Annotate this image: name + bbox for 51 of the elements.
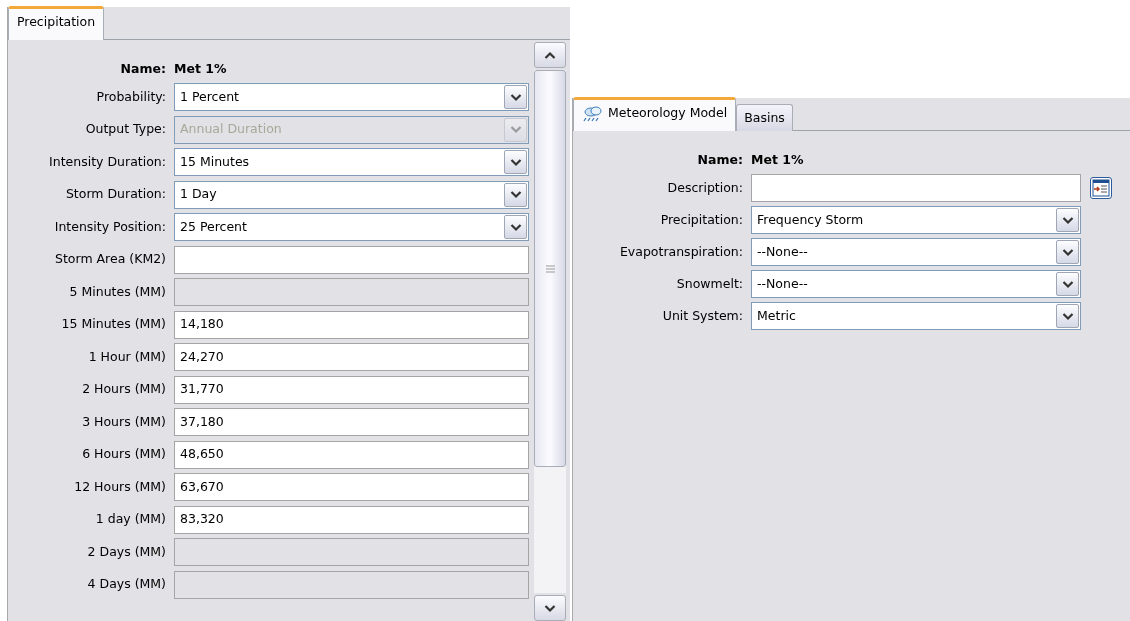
field-label: Description: [666,178,743,197]
field-label: Precipitation: [659,210,743,229]
tab[interactable]: Meteorology Model [573,97,737,131]
input-field[interactable]: 48,650 [174,440,529,469]
field-label: 2 Hours (MM) [81,380,166,399]
scroll-up-button[interactable] [534,42,566,68]
input-field[interactable]: 31,770 [174,375,529,404]
dropdown[interactable]: 25 Percent [174,213,529,242]
field-label: Output Type: [84,120,166,139]
dropdown[interactable]: 15 Minutes [174,148,529,177]
field-label: Storm Duration: [64,185,166,204]
input-field[interactable]: 24,270 [174,343,529,372]
tab[interactable]: Basins [736,104,793,131]
dropdown[interactable]: 1 Percent [174,83,529,112]
tab[interactable]: Precipitation [8,6,105,40]
input-field[interactable] [174,245,529,274]
input-field[interactable] [751,174,1081,202]
input-field[interactable]: 83,320 [174,505,529,534]
editor-button[interactable] [1090,177,1112,199]
scroll-down-button[interactable] [534,595,566,621]
name-value: Met 1% [751,151,804,170]
field-label: 2 Days (MM) [86,542,166,561]
name-value: Met 1% [174,60,227,79]
dropdown[interactable]: 1 Day [174,180,529,209]
field-label: 12 Hours (MM) [73,477,166,496]
field-label: Storm Area (KM2) [54,250,166,269]
field-label: 1 day (MM) [94,510,166,529]
field-label: Unit System: [661,306,743,325]
field-label: 4 Days (MM) [86,575,166,594]
chevron-down-icon [544,603,556,613]
field-label: Evapotranspiration: [618,242,743,261]
field-label: 3 Hours (MM) [81,412,166,431]
dropdown[interactable]: Frequency Storm [751,206,1081,234]
name-label: Name: [696,151,743,170]
field-label: Snowmelt: [675,274,743,293]
field-label: 6 Hours (MM) [81,445,166,464]
field-label: 5 Minutes (MM) [68,282,166,301]
field-label: Intensity Duration: [48,152,166,171]
dropdown[interactable]: --None-- [751,238,1081,266]
field-label: Intensity Position: [53,217,166,236]
name-label: Name: [119,60,166,79]
dropdown[interactable]: Metric [751,302,1081,330]
field-label: 15 Minutes (MM) [60,315,166,334]
input-field[interactable]: 63,670 [174,473,529,502]
dropdown[interactable]: --None-- [751,270,1081,298]
field-label: Probability: [95,87,166,106]
input-field[interactable]: 37,180 [174,408,529,437]
field-label: 1 Hour (MM) [87,347,166,366]
input-field[interactable]: 14,180 [174,310,529,339]
scroll-thumb[interactable] [534,70,566,468]
chevron-up-icon [544,50,556,60]
